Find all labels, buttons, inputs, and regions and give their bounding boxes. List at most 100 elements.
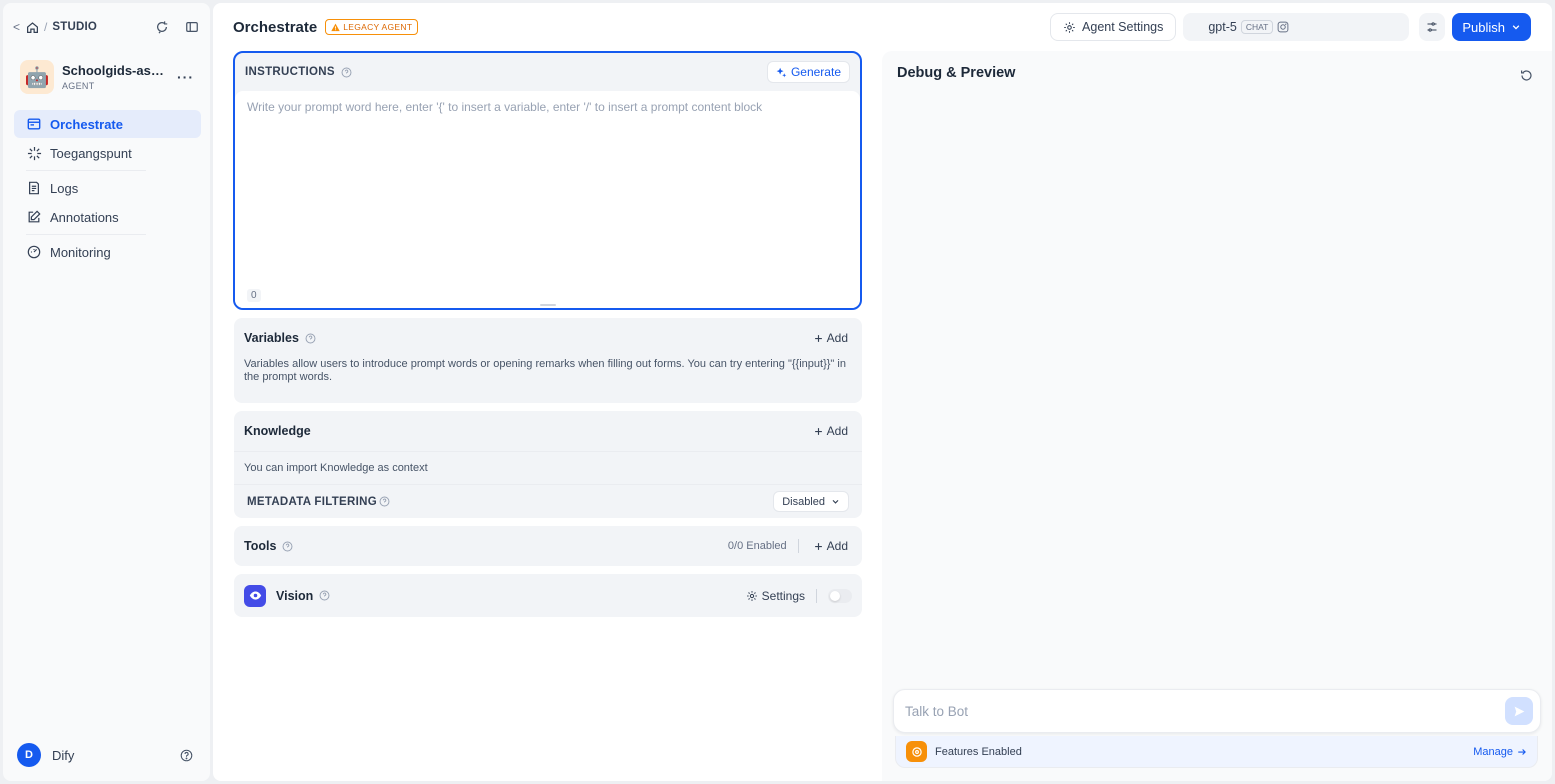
instructions-label: INSTRUCTIONS (245, 66, 335, 78)
collapse-sidebar-icon[interactable] (184, 19, 200, 35)
metadata-filtering-value: Disabled (782, 495, 825, 508)
metadata-filtering-row: METADATA FILTERING Disabled (234, 484, 862, 518)
breadcrumb-studio[interactable]: STUDIO (52, 21, 97, 33)
model-params-button[interactable] (1419, 13, 1446, 41)
app-card[interactable]: 🤖 Schoolgids-assi... AGENT ··· (20, 58, 200, 96)
model-feature-icon (1278, 21, 1289, 33)
more-options-icon[interactable]: ··· (171, 69, 200, 85)
help-icon[interactable] (379, 496, 390, 507)
sidebar-item-orchestrate[interactable]: Orchestrate (14, 110, 201, 138)
sync-chat-icon[interactable] (154, 19, 170, 35)
app-type: AGENT (62, 81, 95, 91)
knowledge-title: Knowledge (244, 424, 311, 438)
sidebar-header: < / STUDIO (13, 17, 200, 37)
gear-icon (746, 590, 757, 601)
add-variable-button[interactable]: Add (810, 331, 852, 345)
gear-icon (1064, 21, 1075, 33)
divider (797, 539, 799, 553)
model-selector[interactable]: gpt-5 CHAT (1183, 13, 1410, 41)
publish-label: Publish (1462, 19, 1505, 35)
plus-icon (814, 542, 822, 550)
metadata-filtering-label: METADATA FILTERING (247, 495, 377, 508)
model-name: gpt-5 (1208, 20, 1237, 34)
knowledge-panel: Knowledge Add You can import Knowledge a… (234, 411, 862, 518)
main-panel: Orchestrate LEGACY AGENT Agent Settings … (213, 3, 1552, 781)
window-icon (26, 116, 42, 132)
vision-panel: Vision Settings (234, 574, 862, 617)
sidebar-item-label: Annotations (50, 209, 119, 225)
tools-title: Tools (244, 539, 277, 553)
warning-icon (331, 23, 340, 31)
eye-icon (244, 584, 266, 607)
chevron-down-icon (1512, 25, 1520, 30)
resize-handle[interactable] (539, 304, 556, 306)
knowledge-description: You can import Knowledge as context (234, 451, 862, 475)
help-icon[interactable] (341, 67, 352, 78)
sidebar-item-toegangspunt[interactable]: Toegangspunt (14, 139, 201, 167)
app-root: < / STUDIO 🤖 Schoolgids-assi... AGENT ··… (0, 0, 1555, 784)
sidebar-nav: Orchestrate Toegangspunt Logs Annotation (14, 110, 201, 267)
help-icon[interactable] (305, 333, 316, 344)
user-name: Dify (52, 747, 75, 763)
prompt-editor[interactable]: Write your prompt word here, enter '{' t… (235, 91, 860, 308)
variables-description: Variables allow users to introduce promp… (244, 358, 846, 383)
manage-features-link[interactable]: Manage (1473, 746, 1527, 758)
add-label: Add (826, 424, 848, 438)
sidebar-item-label: Toegangspunt (50, 145, 132, 161)
add-tool-button[interactable]: Add (810, 539, 852, 553)
vision-toggle[interactable] (828, 588, 852, 603)
arrow-right-icon (1518, 748, 1526, 755)
legacy-badge: LEGACY AGENT (325, 19, 419, 35)
model-mode-tag: CHAT (1240, 20, 1274, 34)
help-icon[interactable] (178, 747, 194, 763)
nav-divider (26, 234, 146, 235)
prompt-placeholder: Write your prompt word here, enter '{' t… (247, 100, 763, 114)
page-title: Orchestrate (233, 18, 318, 36)
tools-panel: Tools 0/0 Enabled Add (234, 526, 862, 566)
home-icon[interactable] (25, 20, 39, 34)
features-label: Features Enabled (935, 745, 1022, 758)
sliders-icon (1427, 22, 1437, 32)
nav-divider (26, 170, 146, 171)
variables-title: Variables (244, 331, 299, 345)
generate-button[interactable]: Generate (766, 61, 850, 83)
chat-input[interactable]: Talk to Bot (893, 689, 1541, 733)
variables-panel: Variables Add Variables allow users to i… (234, 318, 862, 403)
edit-note-icon (26, 209, 42, 225)
divider (816, 588, 817, 603)
metadata-filtering-select[interactable]: Disabled (773, 491, 849, 512)
refresh-icon[interactable] (1518, 67, 1534, 83)
sidebar-item-logs[interactable]: Logs (14, 174, 201, 202)
magic-sparkle-icon (776, 67, 787, 77)
send-icon (1514, 706, 1524, 716)
help-icon[interactable] (319, 590, 330, 601)
publish-button[interactable]: Publish (1452, 13, 1531, 41)
sidebar-item-label: Monitoring (50, 244, 111, 260)
vision-title: Vision (276, 588, 314, 603)
vision-settings-button[interactable]: Settings (746, 589, 805, 603)
add-label: Add (826, 331, 848, 345)
sidebar-item-annotations[interactable]: Annotations (14, 203, 201, 231)
chat-placeholder: Talk to Bot (905, 703, 969, 719)
file-list-icon (26, 180, 42, 196)
add-knowledge-button[interactable]: Add (810, 424, 852, 438)
features-bar: Features Enabled Manage (895, 736, 1538, 768)
send-button[interactable] (1505, 697, 1533, 725)
sidebar-item-label: Logs (50, 180, 79, 196)
sidebar-item-label: Orchestrate (50, 116, 123, 132)
plus-icon (814, 427, 822, 435)
agent-settings-button[interactable]: Agent Settings (1050, 13, 1177, 41)
debug-preview-panel: Debug & Preview Talk to Bot Features Ena… (882, 51, 1552, 781)
instructions-header: INSTRUCTIONS Generate (235, 53, 860, 91)
back-icon[interactable]: < (13, 20, 23, 34)
debug-title: Debug & Preview (897, 65, 1016, 81)
manage-label: Manage (1473, 745, 1513, 758)
breadcrumb-separator: / (44, 20, 48, 34)
sidebar: < / STUDIO 🤖 Schoolgids-assi... AGENT ··… (3, 3, 210, 781)
sidebar-item-monitoring[interactable]: Monitoring (14, 238, 201, 266)
chevron-down-icon (832, 499, 839, 504)
sparkle-burst-icon (26, 145, 42, 161)
help-icon[interactable] (282, 541, 293, 552)
user-menu[interactable]: D Dify (17, 743, 194, 767)
robot-icon: 🤖 (20, 60, 54, 94)
